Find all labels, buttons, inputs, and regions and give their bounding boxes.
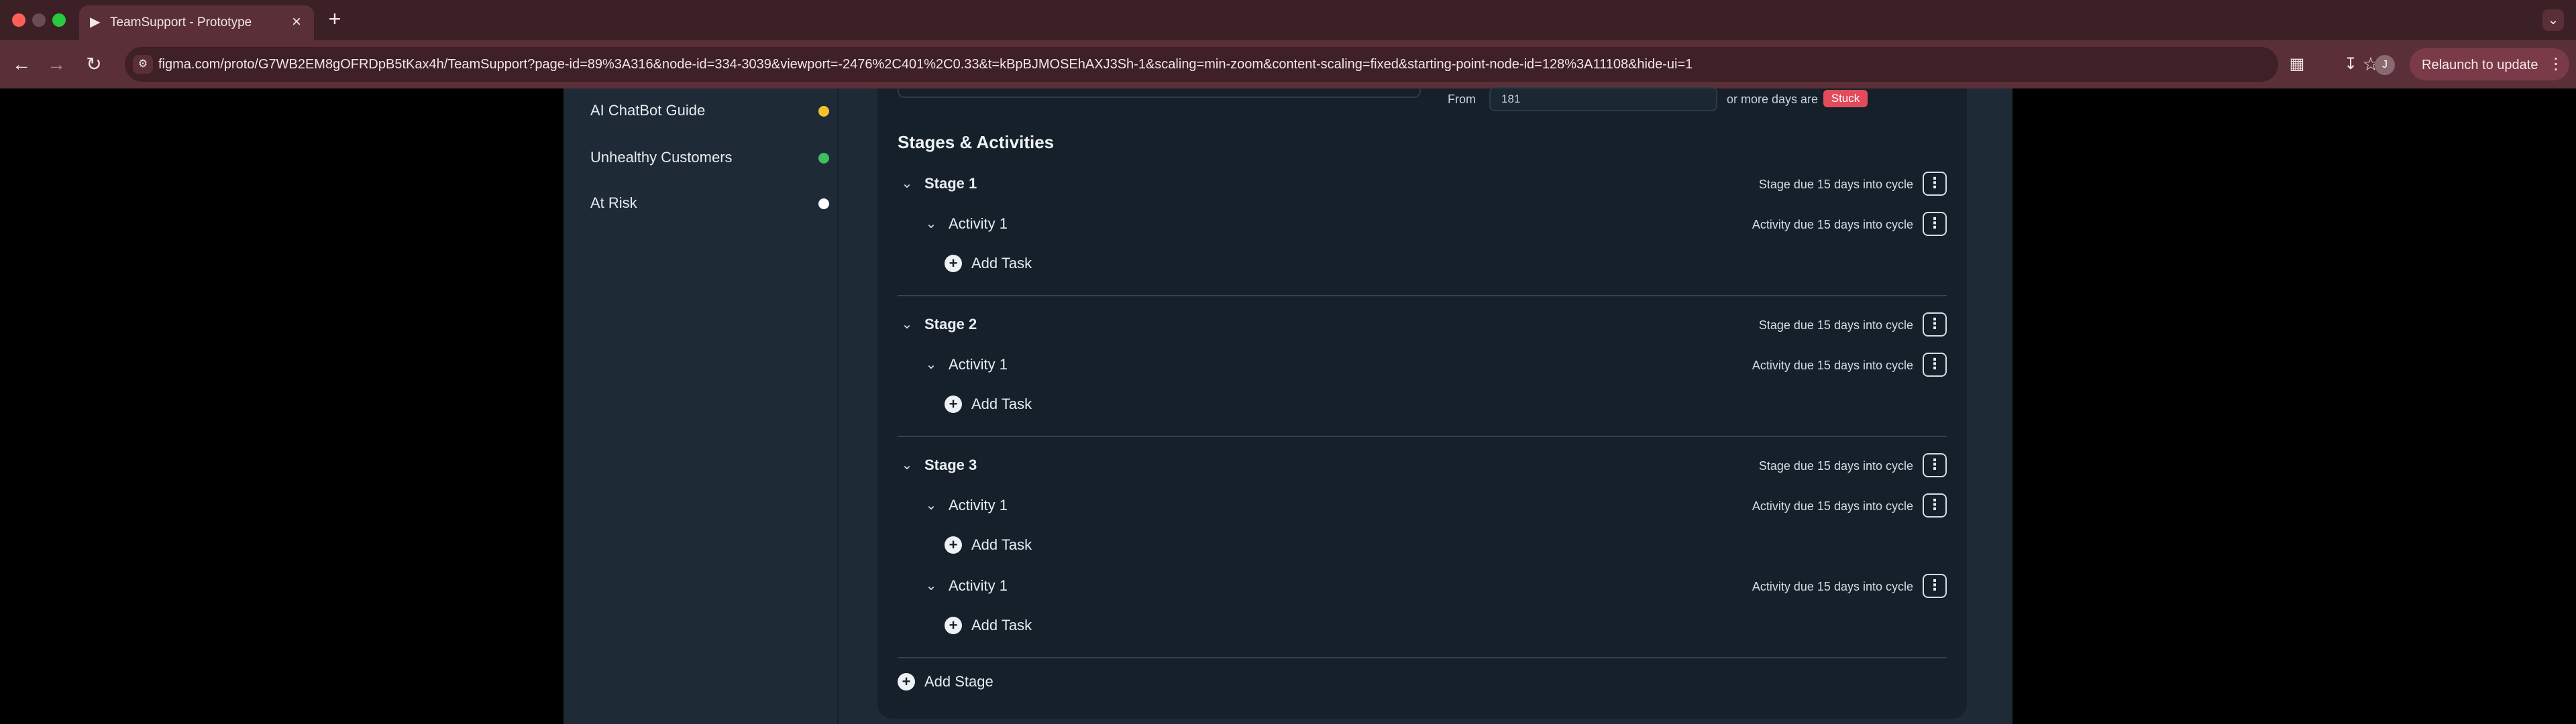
extensions-puzzle-icon[interactable]: ▦ bbox=[2285, 52, 2309, 76]
activity-row[interactable]: ⌄ Activity 1 Activity due 15 days into c… bbox=[922, 210, 1947, 237]
minimize-window-button[interactable] bbox=[32, 13, 46, 27]
divider bbox=[898, 657, 1947, 658]
from-days-input[interactable]: 181 bbox=[1489, 87, 1717, 111]
browser-tab-bar: ▶ TeamSupport - Prototype × + ⌄ bbox=[0, 0, 2576, 40]
plus-circle-icon: + bbox=[945, 255, 962, 272]
chevron-down-icon[interactable]: ⌄ bbox=[922, 215, 941, 233]
status-dot bbox=[818, 106, 829, 117]
stage-due-text: Stage due 15 days into cycle bbox=[1758, 318, 1913, 332]
activity-due-text: Activity due 15 days into cycle bbox=[1752, 499, 1913, 513]
from-days-value: 181 bbox=[1501, 93, 1521, 105]
close-window-button[interactable] bbox=[12, 13, 25, 27]
activity-row[interactable]: ⌄ Activity 1 Activity due 15 days into c… bbox=[922, 572, 1947, 599]
stage-due-text: Stage due 15 days into cycle bbox=[1758, 459, 1913, 473]
add-task-label: Add Task bbox=[971, 617, 1032, 634]
back-arrow-icon[interactable]: ← bbox=[9, 52, 34, 76]
tab-search-chevron-icon[interactable]: ⌄ bbox=[2542, 9, 2564, 31]
from-label: From bbox=[1448, 93, 1476, 106]
sidebar-item-ai-chatbot-guide[interactable]: AI ChatBot Guide bbox=[590, 97, 829, 123]
sidebar-item-label: At Risk bbox=[590, 194, 637, 211]
stages-card: From 181 or more days are Stuck Stages &… bbox=[877, 87, 1967, 719]
activity-due-text: Activity due 15 days into cycle bbox=[1752, 359, 1913, 372]
new-tab-plus-icon[interactable]: + bbox=[323, 8, 346, 31]
tab-title: TeamSupport - Prototype bbox=[110, 15, 252, 29]
close-tab-icon[interactable]: × bbox=[287, 13, 306, 32]
browser-tab[interactable]: ▶ TeamSupport - Prototype × bbox=[79, 5, 314, 40]
condition-suffix-text: or more days are bbox=[1727, 93, 1819, 106]
prototype-frame: AI ChatBot Guide Unhealthy Customers At … bbox=[564, 87, 2012, 724]
reload-icon[interactable]: ↻ bbox=[82, 52, 106, 76]
input-field-edge[interactable] bbox=[898, 88, 1421, 98]
add-task-button[interactable]: + Add Task bbox=[945, 611, 1079, 638]
more-options-icon[interactable]: ⋮ bbox=[1923, 212, 1947, 236]
activity-name: Activity 1 bbox=[949, 497, 1008, 514]
activity-row[interactable]: ⌄ Activity 1 Activity due 15 days into c… bbox=[922, 351, 1947, 378]
stage-due-text: Stage due 15 days into cycle bbox=[1758, 178, 1913, 191]
add-stage-label: Add Stage bbox=[924, 673, 994, 690]
sidebar-item-label: AI ChatBot Guide bbox=[590, 102, 706, 119]
more-options-icon[interactable]: ⋮ bbox=[1923, 574, 1947, 598]
sidebar: AI ChatBot Guide Unhealthy Customers At … bbox=[564, 88, 839, 724]
status-dot bbox=[818, 153, 829, 164]
chevron-down-icon[interactable]: ⌄ bbox=[922, 577, 941, 595]
url-text: figma.com/proto/G7WB2EM8gOFRDpB5tKax4h/T… bbox=[158, 57, 1693, 72]
forward-arrow-icon[interactable]: → bbox=[44, 52, 68, 76]
activity-name: Activity 1 bbox=[949, 577, 1008, 594]
stage-name: Stage 2 bbox=[924, 316, 977, 333]
relaunch-label: Relaunch to update bbox=[2422, 58, 2538, 72]
browser-toolbar: ← → ↻ ⚙ figma.com/proto/G7WB2EM8gOFRDpB5… bbox=[0, 40, 2576, 88]
main-content: From 181 or more days are Stuck Stages &… bbox=[839, 87, 2012, 724]
chevron-down-icon[interactable]: ⌄ bbox=[922, 496, 941, 515]
activity-name: Activity 1 bbox=[949, 356, 1008, 373]
stage-row[interactable]: ⌄ Stage 1 Stage due 15 days into cycle ⋮ bbox=[898, 170, 1947, 197]
activity-row[interactable]: ⌄ Activity 1 Activity due 15 days into c… bbox=[922, 492, 1947, 519]
zoom-window-button[interactable] bbox=[52, 13, 66, 27]
status-dot bbox=[818, 198, 829, 209]
activity-due-text: Activity due 15 days into cycle bbox=[1752, 218, 1913, 231]
add-task-button[interactable]: + Add Task bbox=[945, 390, 1079, 417]
plus-circle-icon: + bbox=[945, 396, 962, 413]
activity-due-text: Activity due 15 days into cycle bbox=[1752, 580, 1913, 593]
site-settings-icon[interactable]: ⚙ bbox=[133, 55, 153, 74]
add-task-button[interactable]: + Add Task bbox=[945, 531, 1079, 558]
add-task-label: Add Task bbox=[971, 536, 1032, 553]
page-viewport: AI ChatBot Guide Unhealthy Customers At … bbox=[0, 87, 2576, 724]
chevron-down-icon[interactable]: ⌄ bbox=[922, 355, 941, 374]
sidebar-item-at-risk[interactable]: At Risk bbox=[590, 189, 829, 216]
more-options-icon[interactable]: ⋮ bbox=[1923, 453, 1947, 477]
plus-circle-icon: + bbox=[945, 617, 962, 634]
stage-name: Stage 1 bbox=[924, 175, 977, 192]
add-task-button[interactable]: + Add Task bbox=[945, 249, 1079, 276]
plus-circle-icon: + bbox=[898, 673, 915, 690]
figma-play-icon: ▶ bbox=[90, 15, 101, 29]
plus-circle-icon: + bbox=[945, 536, 962, 554]
divider bbox=[898, 436, 1947, 437]
more-options-icon[interactable]: ⋮ bbox=[1923, 353, 1947, 377]
activity-name: Activity 1 bbox=[949, 215, 1008, 232]
download-icon[interactable]: ↧ bbox=[2339, 52, 2363, 76]
add-task-label: Add Task bbox=[971, 396, 1032, 412]
section-title: Stages & Activities bbox=[898, 132, 1055, 152]
stage-name: Stage 3 bbox=[924, 457, 977, 473]
sidebar-item-unhealthy-customers[interactable]: Unhealthy Customers bbox=[590, 143, 829, 170]
relaunch-to-update-button[interactable]: Relaunch to update ⋮ bbox=[2410, 48, 2569, 80]
sidebar-item-label: Unhealthy Customers bbox=[590, 149, 733, 166]
divider bbox=[898, 295, 1947, 296]
add-task-label: Add Task bbox=[971, 255, 1032, 272]
more-options-icon[interactable]: ⋮ bbox=[1923, 312, 1947, 337]
more-vertical-icon[interactable]: ⋮ bbox=[2548, 55, 2564, 74]
chevron-down-icon[interactable]: ⌄ bbox=[898, 456, 916, 475]
profile-avatar[interactable]: J bbox=[2375, 55, 2395, 75]
stage-row[interactable]: ⌄ Stage 2 Stage due 15 days into cycle ⋮ bbox=[898, 311, 1947, 338]
chevron-down-icon[interactable]: ⌄ bbox=[898, 174, 916, 193]
stuck-status-badge: Stuck bbox=[1823, 90, 1868, 107]
add-stage-button[interactable]: + Add Stage bbox=[898, 668, 1045, 695]
chevron-down-icon[interactable]: ⌄ bbox=[898, 315, 916, 334]
stage-row[interactable]: ⌄ Stage 3 Stage due 15 days into cycle ⋮ bbox=[898, 452, 1947, 479]
address-bar[interactable]: ⚙ figma.com/proto/G7WB2EM8gOFRDpB5tKax4h… bbox=[125, 47, 2379, 82]
more-options-icon[interactable]: ⋮ bbox=[1923, 172, 1947, 196]
more-options-icon[interactable]: ⋮ bbox=[1923, 493, 1947, 518]
